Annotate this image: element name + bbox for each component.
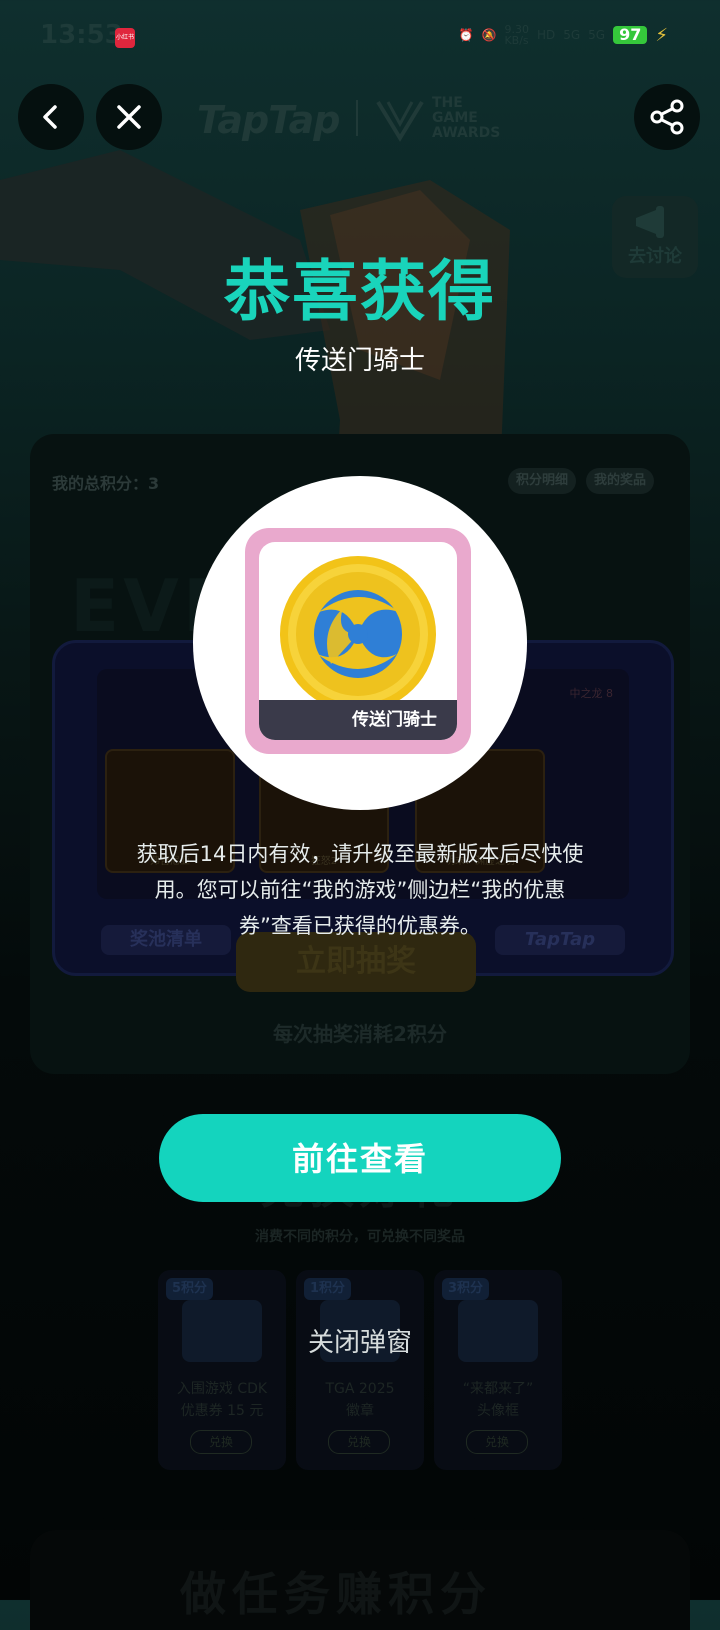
back-arrow-icon xyxy=(43,105,57,129)
close-page-button[interactable] xyxy=(96,84,162,150)
signal-5g-2: 5G xyxy=(588,28,606,42)
tasks-title: 做任务赚积分 xyxy=(180,1567,492,1621)
top-nav: TapTap THE GAME AWARDS xyxy=(0,84,720,154)
draw-cost-text: 每次抽奖消耗2积分 xyxy=(273,1022,447,1046)
points-detail-button[interactable]: 积分明细 xyxy=(508,468,577,494)
close-icon xyxy=(117,105,141,129)
badge-label: 传送门骑士 xyxy=(352,710,437,730)
charging-icon: ⚡ xyxy=(655,24,668,46)
points-tag: 5积分 xyxy=(166,1278,214,1300)
tasks-panel: 做任务赚积分 xyxy=(30,1530,690,1630)
total-points: 我的总积分：3 xyxy=(52,474,160,493)
net-speed: 9.30 KB/s xyxy=(504,23,529,47)
signal-5g-1: 5G xyxy=(563,28,581,42)
redeem-button[interactable]: 兑换 xyxy=(466,1430,528,1454)
prize-name: 传送门骑士 xyxy=(294,346,425,376)
prize-badge: 传送门骑士 xyxy=(259,542,457,740)
prize-badge-circle: 传送门骑士 xyxy=(193,476,527,810)
modal-title: 恭喜获得 xyxy=(224,253,496,330)
points-tag: 3积分 xyxy=(442,1278,490,1300)
exchange-item-name: TGA 2025 徽章 xyxy=(325,1381,395,1419)
top-prize-caption: 中之龙 8 xyxy=(569,687,614,700)
hd-icon: HD xyxy=(536,28,556,42)
close-modal-link[interactable]: 关闭弹窗 xyxy=(0,1322,720,1359)
taptap-logo: TapTap xyxy=(197,98,341,142)
share-button[interactable] xyxy=(634,84,700,150)
app-notification-icon: 小红书 xyxy=(115,28,135,48)
alarm-icon: ⏰ xyxy=(458,28,474,42)
redeem-button[interactable]: 兑换 xyxy=(190,1430,252,1454)
mute-icon: 🔕 xyxy=(481,28,497,42)
back-button[interactable] xyxy=(18,84,84,150)
share-icon xyxy=(650,99,684,135)
exchange-item[interactable]: 5积分 入围游戏 CDK 优惠券 15 元 兑换 xyxy=(158,1270,286,1470)
status-indicators: ⏰ 🔕 9.30 KB/s HD 5G 5G 97 ⚡ xyxy=(459,24,668,46)
exchange-item-name: “来都来了” 头像框 xyxy=(462,1381,534,1419)
brand-divider xyxy=(356,100,358,136)
points-tag: 1积分 xyxy=(304,1278,352,1300)
exchange-item[interactable]: 1积分 TGA 2025 徽章 兑换 xyxy=(296,1270,424,1470)
my-prizes-button[interactable]: 我的奖品 xyxy=(586,468,655,494)
exchange-item-name: 入围游戏 CDK 优惠券 15 元 xyxy=(176,1381,268,1419)
status-time: 13:53 xyxy=(40,20,123,50)
battery-indicator: 97 xyxy=(613,26,648,44)
game-awards-logo-icon xyxy=(376,100,424,142)
prize-badge-frame: 传送门骑士 xyxy=(245,528,471,754)
exchange-subtitle: 消费不同的积分，可兑换不同奖品 xyxy=(255,1229,465,1245)
game-awards-text: THE GAME AWARDS xyxy=(432,95,501,141)
exchange-item[interactable]: 3积分 “来都来了” 头像框 兑换 xyxy=(434,1270,562,1470)
coupon-notice: 获取后14日内有效，请升级至最新版本后尽快使用。您可以前往“我的游戏”侧边栏“我… xyxy=(136,842,584,938)
status-bar: 13:53 小红书 ⏰ 🔕 9.30 KB/s HD 5G 5G 97 ⚡ xyxy=(0,0,720,76)
redeem-button[interactable]: 兑换 xyxy=(328,1430,390,1454)
view-now-button[interactable]: 前往查看 xyxy=(159,1114,561,1202)
